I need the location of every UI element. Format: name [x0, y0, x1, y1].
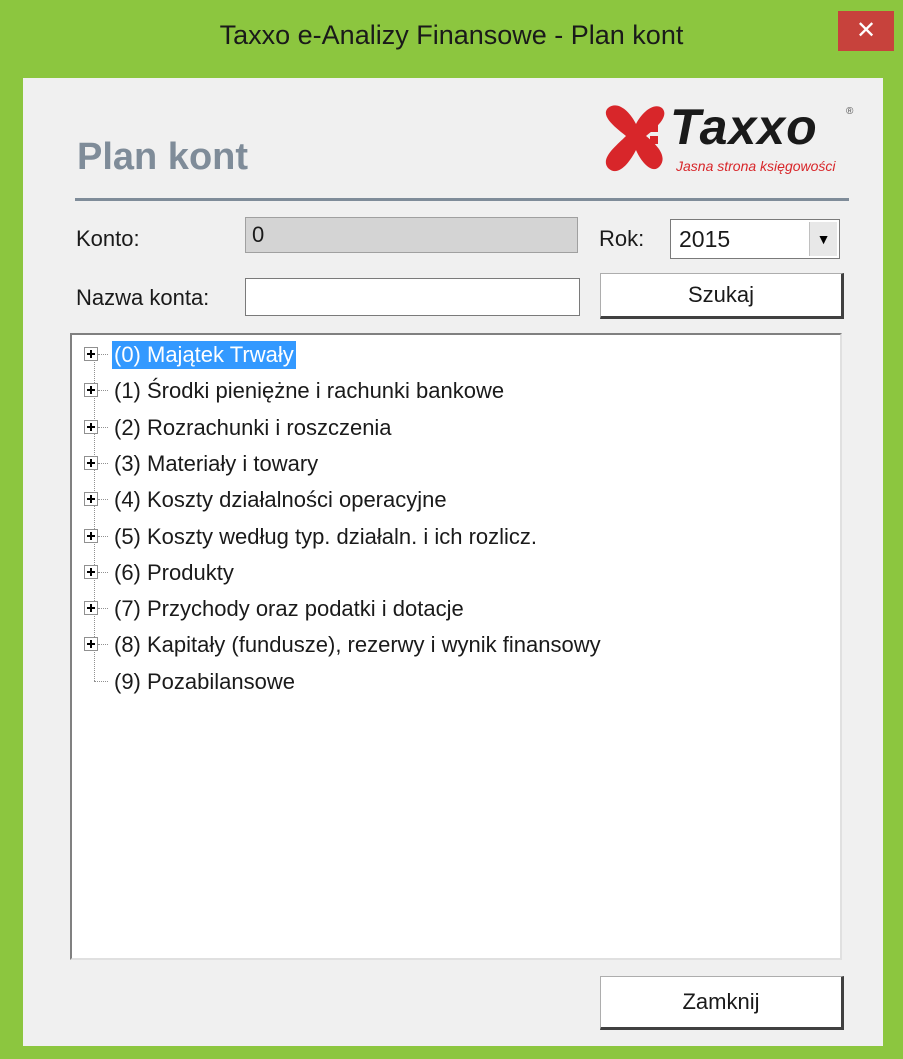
- dialog-body: Plan kont Taxxo ® Jasna strona księgowoś…: [23, 78, 883, 1046]
- app-window: Taxxo e-Analizy Finansowe - Plan kont ✕ …: [0, 0, 903, 1059]
- expand-plus-icon[interactable]: [84, 565, 98, 579]
- tree-item-label: (0) Majątek Trwały: [112, 341, 296, 369]
- window-title: Taxxo e-Analizy Finansowe - Plan kont: [219, 20, 684, 50]
- logo-wordmark: Taxxo: [670, 99, 818, 155]
- expand-plus-icon[interactable]: [84, 492, 98, 506]
- taxxo-logo: Taxxo ® Jasna strona księgowości: [600, 94, 860, 189]
- konto-label: Konto:: [76, 226, 140, 251]
- konto-field: 0: [245, 217, 578, 253]
- tree-item-label: (5) Koszty według typ. działaln. i ich r…: [114, 524, 538, 549]
- tree-branch-line: [98, 354, 108, 355]
- logo-tagline: Jasna strona księgowości: [676, 158, 836, 174]
- tree-branch-line: [98, 572, 108, 573]
- chevron-down-icon[interactable]: ▼: [809, 222, 837, 256]
- account-tree[interactable]: (0) Majątek Trwały (1) Środki pieniężne i…: [70, 333, 842, 960]
- tree-item-label: (7) Przychody oraz podatki i dotacje: [114, 596, 464, 621]
- expand-plus-icon[interactable]: [84, 347, 98, 361]
- tree-branch-line: [98, 499, 108, 500]
- rok-label: Rok:: [599, 226, 645, 251]
- expand-plus-icon[interactable]: [84, 420, 98, 434]
- tree-item-label: (6) Produkty: [114, 560, 234, 585]
- tree-item-label: (8) Kapitały (fundusze), rezerwy i wynik…: [114, 632, 601, 657]
- tree-item-label: (2) Rozrachunki i roszczenia: [114, 415, 392, 440]
- close-window-button[interactable]: ✕: [838, 11, 894, 51]
- tree-branch-line: [98, 536, 108, 537]
- tree-branch-line: [98, 463, 108, 464]
- expand-plus-icon[interactable]: [84, 601, 98, 615]
- close-button[interactable]: Zamknij: [600, 976, 844, 1030]
- expand-plus-icon[interactable]: [84, 637, 98, 651]
- registered-mark: ®: [846, 106, 854, 117]
- tree-branch-line: [98, 427, 108, 428]
- expand-plus-icon[interactable]: [84, 456, 98, 470]
- tree-branch-line: [98, 390, 108, 391]
- logo-mark-icon: [605, 105, 665, 172]
- tree-branch-line: [98, 644, 108, 645]
- tree-item-label: (4) Koszty działalności operacyjne: [114, 487, 447, 512]
- page-title: Plan kont: [77, 136, 249, 178]
- search-button[interactable]: Szukaj: [600, 273, 844, 319]
- expand-plus-icon[interactable]: [84, 383, 98, 397]
- nazwa-konta-label: Nazwa konta:: [76, 285, 210, 310]
- expand-plus-icon[interactable]: [84, 529, 98, 543]
- tree-item-label: (1) Środki pieniężne i rachunki bankowe: [114, 378, 505, 403]
- tree-branch-line: [94, 681, 108, 682]
- rok-select[interactable]: 2015 ▼: [670, 219, 840, 259]
- tree-item-label: (3) Materiały i towary: [114, 451, 319, 476]
- tree-branch-line: [98, 608, 108, 609]
- nazwa-konta-input[interactable]: [245, 278, 580, 316]
- header-divider: [75, 198, 849, 201]
- title-bar[interactable]: Taxxo e-Analizy Finansowe - Plan kont ✕: [0, 0, 903, 78]
- tree-connector: [94, 355, 95, 681]
- tree-item-label: (9) Pozabilansowe: [114, 669, 295, 694]
- rok-selected-value: 2015: [679, 226, 731, 252]
